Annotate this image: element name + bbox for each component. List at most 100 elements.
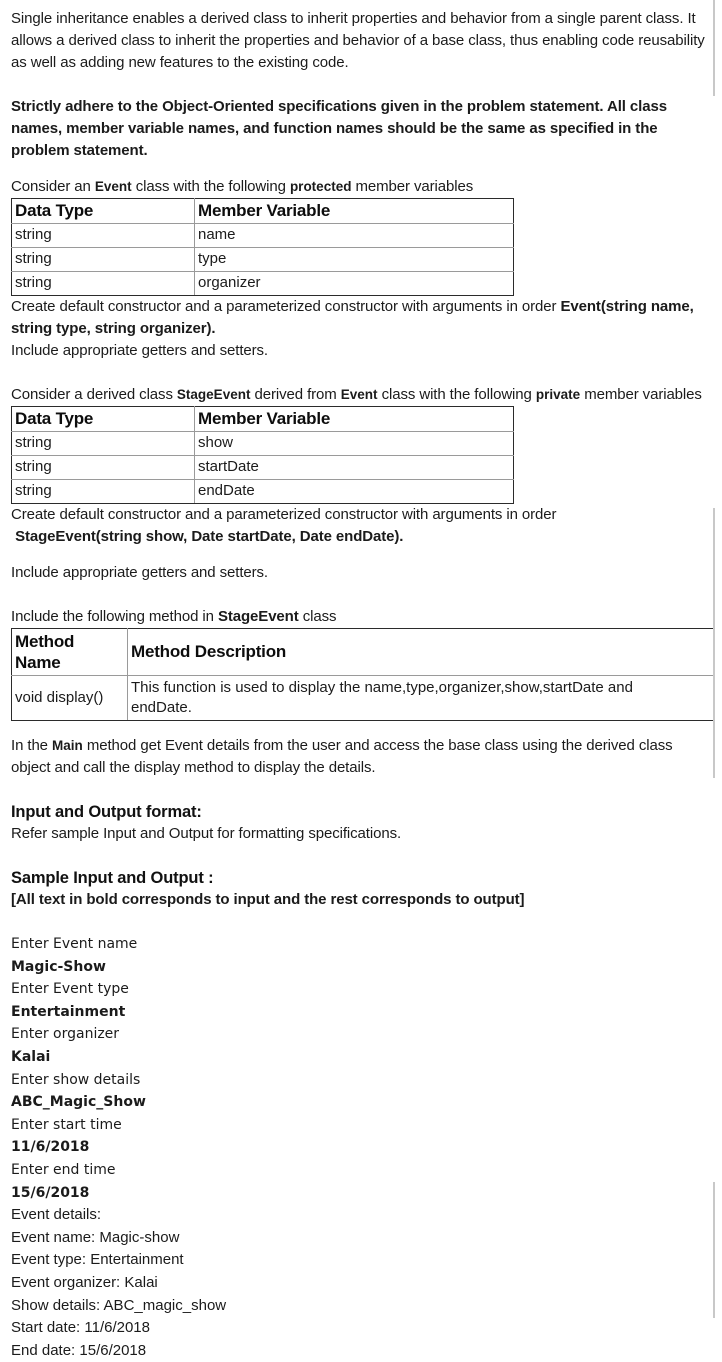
base-class-intro-before: Consider an [11, 178, 95, 195]
column-header-member-variable: Member Variable [194, 406, 514, 432]
main-method-keyword: Main [52, 738, 83, 753]
intro-paragraph-1: Single inheritance enables a derived cla… [11, 10, 705, 71]
main-method-text-after: method get Event details from the user a… [11, 737, 673, 776]
base-class-intro: Consider an Event class with the followi… [11, 176, 706, 198]
base-class-constructor-text: Create default constructor and a paramet… [11, 296, 706, 340]
method-description-line-1: This function is used to display the nam… [131, 679, 633, 696]
derived-class-access-modifier: private [535, 387, 581, 402]
sample-output-line: Enter start time [11, 1116, 122, 1133]
table-row: void display() This function is used to … [11, 675, 714, 721]
base-class-variable-table: Data Type Member Variable string name st… [11, 198, 514, 296]
table-row: string organizer [11, 271, 514, 296]
base-class-name: Event [94, 179, 132, 194]
sample-output-line: Event type: Entertainment [11, 1251, 184, 1269]
sample-output-line: Event name: Magic-show [11, 1228, 180, 1246]
derived-class-intro: Consider a derived class StageEvent deri… [11, 384, 706, 406]
derived-class-intro-before: Consider a derived class [11, 386, 177, 403]
table-row: string startDate [11, 455, 514, 480]
method-intro-class-name: StageEvent [217, 608, 299, 625]
sample-output-line: Enter Event name [11, 936, 138, 952]
sample-output-line: End date: 15/6/2018 [11, 1341, 147, 1359]
base-class-intro-middle: class with the following [131, 178, 290, 195]
cell-member-variable: name [194, 223, 514, 248]
sample-input-line: ABC_Magic_Show [11, 1094, 146, 1111]
table-row: string name [11, 223, 514, 248]
cell-member-variable: organizer [194, 271, 514, 296]
derived-class-name: StageEvent [176, 387, 251, 402]
cell-data-type: string [11, 431, 195, 456]
derived-class-constructor-text: Create default constructor and a paramet… [11, 506, 557, 523]
column-header-data-type: Data Type [11, 198, 195, 224]
cell-member-variable: show [194, 431, 514, 456]
sample-input-line: 15/6/2018 [11, 1184, 90, 1201]
base-class-access-modifier: protected [289, 179, 352, 194]
sample-output-line: Enter Event type [11, 981, 129, 998]
column-header-data-type: Data Type [11, 406, 195, 432]
method-description-line-2: endDate. [131, 699, 192, 716]
derived-class-base-name: Event [340, 387, 378, 402]
derived-class-intro-middle-2: class with the following [377, 386, 536, 403]
base-constructor-description: Create default constructor and a paramet… [11, 298, 561, 315]
sample-output-line: Start date: 11/6/2018 [11, 1319, 150, 1337]
cell-data-type: string [11, 271, 195, 296]
input-output-format-body: Refer sample Input and Output for format… [11, 825, 402, 842]
sample-input-line: Entertainment [11, 1003, 126, 1020]
sample-output-line: Event details: [11, 1206, 102, 1224]
method-section-intro: Include the following method in StageEve… [11, 606, 706, 628]
sample-output-line: Enter end time [11, 1161, 116, 1178]
scrollbar-track-segment[interactable] [713, 1182, 715, 1318]
sample-output-line: Enter organizer [11, 1026, 120, 1043]
derived-class-intro-after: member variables [580, 386, 702, 403]
cell-member-variable: type [194, 247, 514, 272]
cell-member-variable: startDate [194, 455, 514, 480]
table-row: string type [11, 247, 514, 272]
derived-constructor-signature: StageEvent(string show, Date startDate, … [15, 528, 404, 545]
sample-output-line: Enter show details [11, 1071, 141, 1088]
cell-data-type: string [11, 479, 195, 504]
sample-io-heading: Sample Input and Output : [11, 869, 214, 887]
table-row: string show [11, 431, 514, 456]
cell-member-variable: endDate [194, 479, 514, 504]
method-name-header-line-2: Name [15, 653, 61, 672]
sample-input-line: 11/6/2018 [11, 1139, 90, 1156]
column-header-member-variable: Member Variable [194, 198, 514, 224]
sample-input-line: Magic-Show [11, 958, 106, 975]
base-class-getters-setters: Include appropriate getters and setters. [11, 342, 268, 359]
cell-method-name: void display() [11, 675, 128, 721]
sample-io-note: [All text in bold corresponds to input a… [11, 891, 525, 908]
table-row: string endDate [11, 479, 514, 504]
intro-paragraph-2: Strictly adhere to the Object-Oriented s… [11, 98, 667, 159]
cell-data-type: string [11, 455, 195, 480]
sample-io-transcript: Enter Event name Magic-Show Enter Event ty… [11, 933, 706, 1362]
base-class-intro-after: member variables [351, 178, 474, 195]
column-header-method-description: Method Description [127, 628, 714, 676]
column-header-method-name: Method Name [11, 628, 128, 676]
cell-data-type: string [11, 223, 195, 248]
method-name-header-line-1: Method [15, 632, 75, 651]
table-header-row: Data Type Member Variable [11, 406, 514, 432]
derived-class-getters-setters: Include appropriate getters and setters. [11, 564, 268, 581]
derived-class-intro-middle: derived from [250, 386, 341, 403]
derived-class-constructor-signature-line: StageEvent(string show, Date startDate, … [11, 526, 706, 548]
method-intro-after: class [298, 608, 337, 625]
derived-class-variable-table: Data Type Member Variable string show st… [11, 406, 514, 504]
sample-input-line: Kalai [11, 1048, 51, 1065]
method-description-table: Method Name Method Description void displ… [11, 628, 714, 721]
scrollbar-track-segment[interactable] [713, 0, 715, 96]
sample-output-line: Event organizer: Kalai [11, 1273, 158, 1291]
cell-data-type: string [11, 247, 195, 272]
problem-statement-document: Single inheritance enables a derived cla… [0, 0, 722, 1359]
main-method-paragraph: In the Main method get Event details fro… [11, 735, 706, 779]
scrollbar-thumb[interactable] [713, 508, 715, 778]
method-intro-before: Include the following method in [11, 608, 218, 625]
cell-method-description: This function is used to display the nam… [127, 675, 714, 721]
table-header-row: Method Name Method Description [11, 628, 714, 676]
